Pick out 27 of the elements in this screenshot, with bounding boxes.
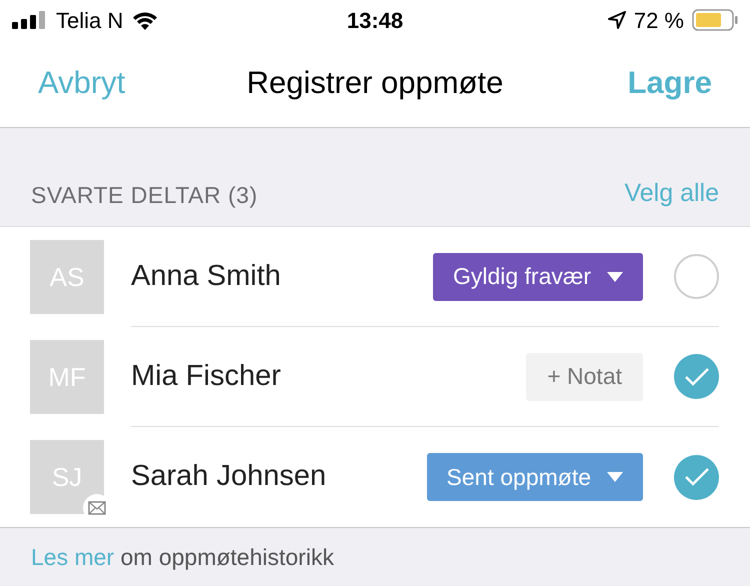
carrier-name: Telia N xyxy=(56,6,124,34)
battery-icon xyxy=(692,9,738,31)
cancel-button[interactable]: Avbryt xyxy=(38,60,198,107)
person-name: Anna Smith xyxy=(131,258,282,294)
wifi-icon xyxy=(131,10,160,30)
checkmark-icon xyxy=(684,366,710,386)
caret-icon xyxy=(607,472,623,482)
clock-time: 13:48 xyxy=(346,6,404,34)
save-button[interactable]: Lagre xyxy=(552,60,712,107)
status-dropdown[interactable]: Gyldig fravær xyxy=(432,252,643,300)
footer-text: Les mer om oppmøtehistorikk xyxy=(31,542,334,572)
add-note-button[interactable]: + Notat xyxy=(526,352,643,400)
status-dropdown[interactable]: Sent oppmøte xyxy=(426,453,643,501)
attendance-checkbox[interactable] xyxy=(674,454,719,500)
checkmark-icon xyxy=(684,467,710,487)
attendance-checkbox[interactable] xyxy=(674,354,719,399)
caret-icon xyxy=(607,272,623,282)
location-icon xyxy=(608,11,626,29)
attendance-checkbox[interactable] xyxy=(674,254,719,299)
section-header: SVARTE DELTAR (3) xyxy=(31,180,258,210)
signal-icon xyxy=(12,11,48,29)
person-name: Sarah Johnsen xyxy=(131,459,328,494)
screen-title: Registrer oppmøte xyxy=(246,64,504,102)
person-name: Mia Fischer xyxy=(131,358,282,394)
read-more-link[interactable]: Les mer xyxy=(31,544,114,570)
battery-percent: 72 % xyxy=(634,6,684,34)
select-all-button[interactable]: Velg alle xyxy=(624,174,719,212)
